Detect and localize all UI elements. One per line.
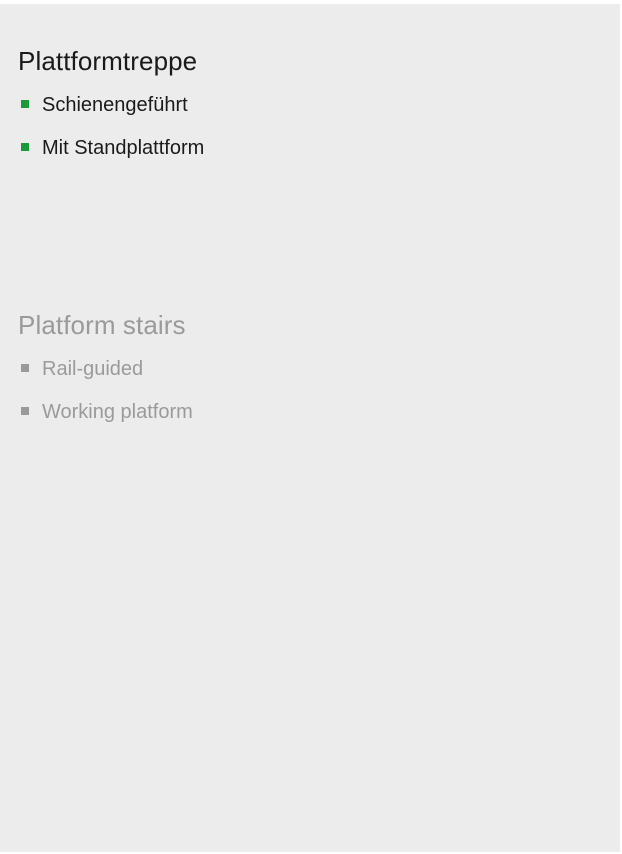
list-item: Working platform [18, 400, 600, 424]
square-bullet-icon [21, 407, 29, 415]
square-bullet-icon [21, 364, 29, 372]
english-feature-list: Rail-guided Working platform [18, 357, 600, 424]
list-item: Mit Standplattform [18, 136, 600, 160]
feature-label: Schienengeführt [42, 94, 188, 116]
content-panel: Plattformtreppe Schienengeführt Mit Stan… [0, 4, 620, 852]
list-item: Rail-guided [18, 357, 600, 381]
german-section: Plattformtreppe Schienengeführt Mit Stan… [18, 46, 600, 179]
german-feature-list: Schienengeführt Mit Standplattform [18, 93, 600, 160]
feature-label: Working platform [42, 401, 193, 423]
feature-label: Mit Standplattform [42, 137, 205, 159]
german-title: Plattformtreppe [18, 46, 198, 76]
feature-label: Rail-guided [42, 358, 144, 380]
english-section: Platform stairs Rail-guided Working plat… [18, 310, 600, 443]
square-bullet-icon [21, 100, 29, 108]
english-title: Platform stairs [18, 310, 186, 340]
list-item: Schienengeführt [18, 93, 600, 117]
square-bullet-icon [21, 143, 29, 151]
